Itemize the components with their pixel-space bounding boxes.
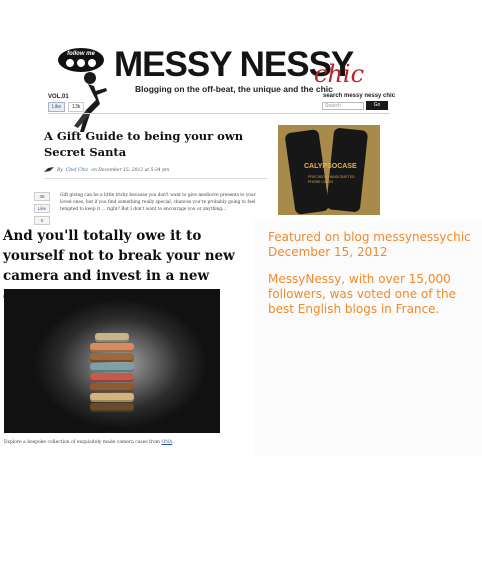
post-meta: By Chef Chic on December 15, 2012 at 5:3… xyxy=(44,167,169,173)
post-divider xyxy=(44,178,268,179)
meta-author-link[interactable]: Chef Chic xyxy=(66,168,88,173)
search-input[interactable]: Search xyxy=(322,102,364,110)
ad-subtitle: PRECISION HANDCRAFTED PHONE CASES xyxy=(308,175,355,184)
ad-brand: CALYPSOCASE xyxy=(304,163,357,170)
follow-me-badge[interactable]: follow me xyxy=(58,48,104,72)
ad-phone-image xyxy=(284,129,330,215)
volume-label: VOL.01 xyxy=(48,94,69,100)
facebook-like-button[interactable]: Like xyxy=(48,102,66,112)
author-pin-icon xyxy=(44,167,54,172)
site-tagline: Blogging on the off-beat, the unique and… xyxy=(135,84,333,94)
caption-link[interactable]: ONA xyxy=(161,440,172,445)
social-icon[interactable] xyxy=(66,59,74,67)
calypsocase-ad[interactable]: CALYPSOCASE PRECISION HANDCRAFTED PHONE … xyxy=(278,125,380,215)
facebook-like-widget[interactable]: Like 13k xyxy=(48,102,85,112)
share-buttons: 38 Like 0 xyxy=(34,192,50,225)
like-count: 13k xyxy=(68,102,85,112)
post-title[interactable]: A Gift Guide to being your own Secret Sa… xyxy=(44,128,274,160)
search-label: search messy nessy chic xyxy=(323,93,396,99)
share-extra-button[interactable]: 0 xyxy=(34,216,50,225)
photo-caption: Explore a bespoke collection of exquisit… xyxy=(4,440,174,445)
share-like-button[interactable]: Like xyxy=(34,204,50,213)
camera-cases-photo[interactable] xyxy=(4,289,220,433)
post-excerpt: Gift giving can be a little tricky becau… xyxy=(60,193,256,212)
ad-phone-image xyxy=(325,127,369,213)
follow-me-label: follow me xyxy=(67,51,95,57)
meta-by: By xyxy=(57,167,63,173)
meta-date: on December 15, 2012 at 5:34 pm xyxy=(91,167,170,173)
share-count-button[interactable]: 38 xyxy=(34,192,50,201)
social-icon[interactable] xyxy=(77,59,85,67)
featured-description: MessyNessy, with over 15,000 followers, … xyxy=(268,272,457,316)
header-divider xyxy=(48,113,390,114)
caption-text: Explore a bespoke collection of exquisit… xyxy=(4,440,160,445)
featured-note-panel: Featured on blog messynessychic December… xyxy=(254,220,482,456)
social-icon[interactable] xyxy=(88,59,96,67)
featured-date: December 15, 2012 xyxy=(268,245,388,259)
stacked-camera-cases xyxy=(90,333,134,413)
search-go-button[interactable]: Go xyxy=(366,101,388,110)
featured-line: Featured on blog messynessychic xyxy=(268,230,471,244)
